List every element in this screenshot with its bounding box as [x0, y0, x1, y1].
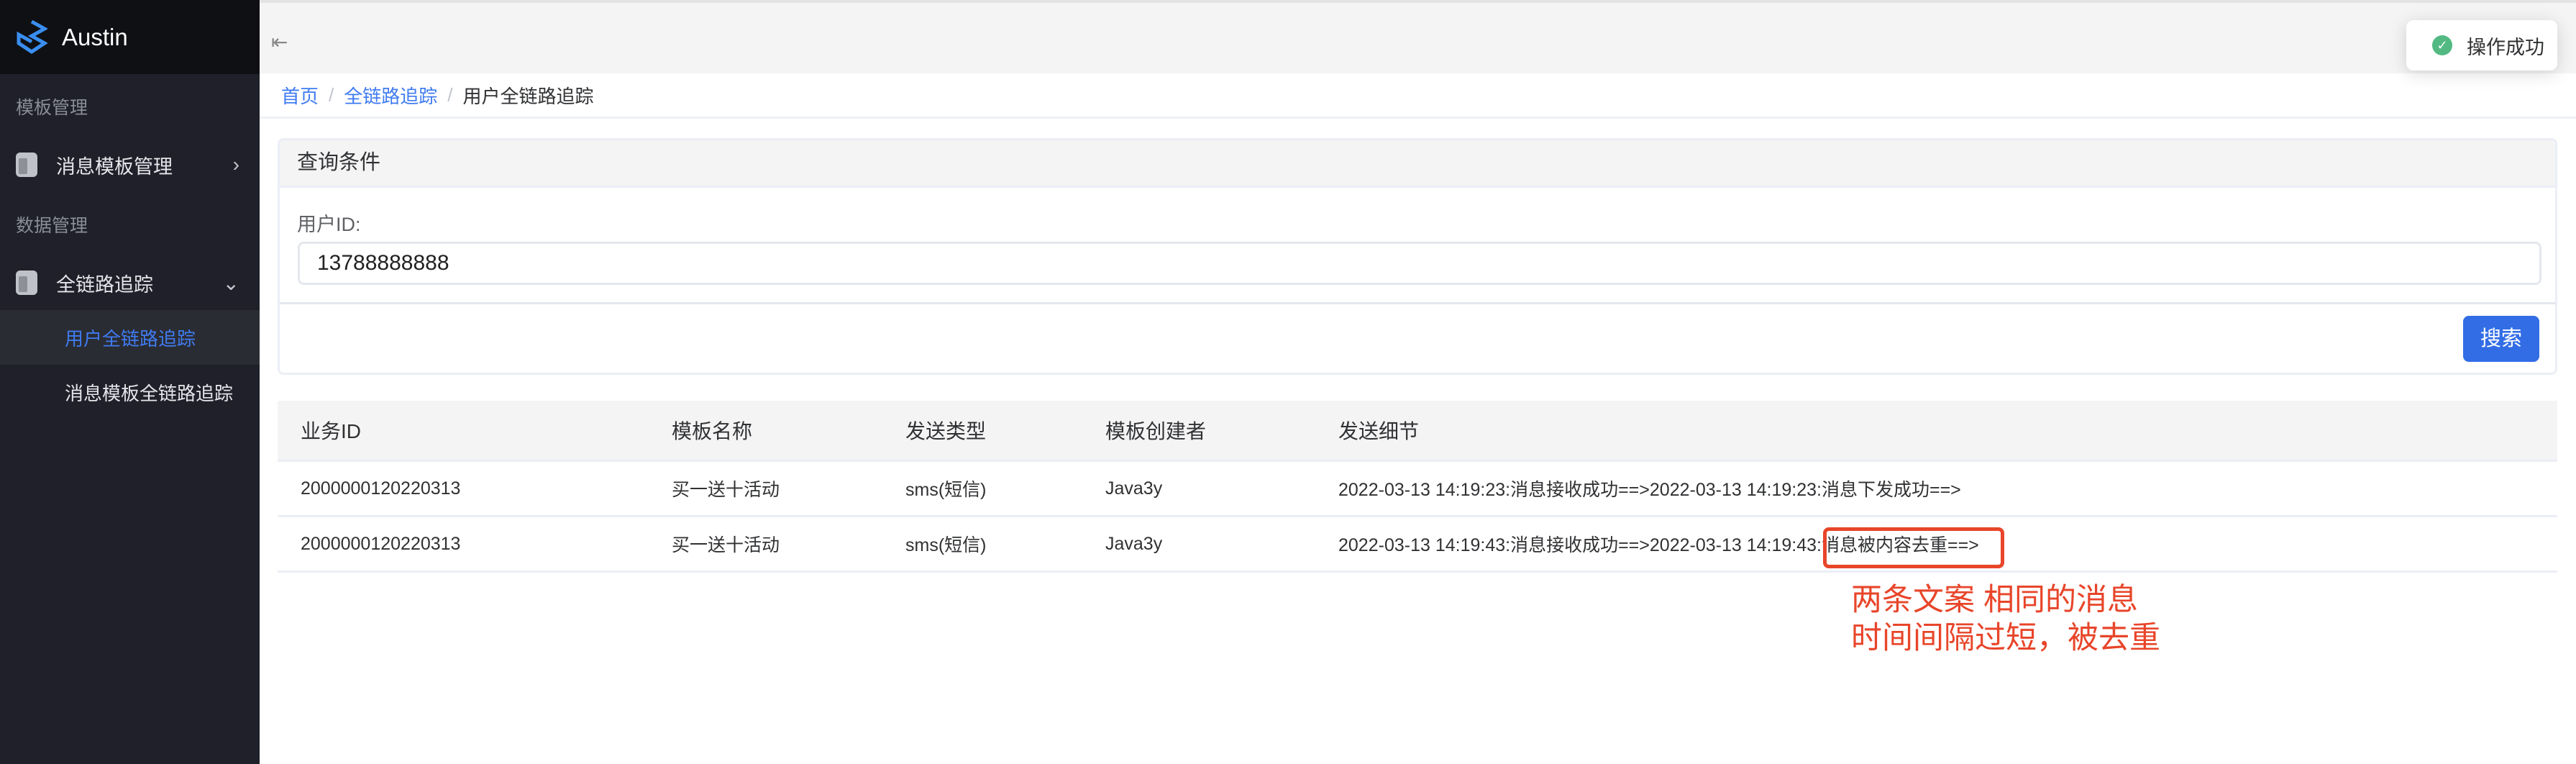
toast-message: 操作成功 [2467, 36, 2544, 58]
chevron-down-icon: ⌄ [222, 271, 239, 294]
cell: sms(短信) [905, 480, 987, 500]
app-title: Austin [62, 23, 128, 50]
cell: 买一送十活动 [672, 535, 780, 555]
col-header: 发送细节 [1338, 420, 1420, 442]
query-card: 查询条件 用户ID: 13788888888 搜索 [278, 138, 2557, 375]
separator: / [447, 83, 453, 106]
breadcrumb: 首页 / 全链路追踪 / 用户全链路追踪 [260, 73, 2576, 119]
breadcrumb-trace[interactable]: 全链路追踪 [344, 82, 437, 109]
table-row: 2000000120220313 买一送十活动 sms(短信) Java3y 2… [278, 462, 2557, 517]
check-circle-icon: ✓ [2432, 35, 2452, 55]
breadcrumb-home[interactable]: 首页 [281, 82, 319, 109]
sidebar: Austin 模板管理 消息模板管理 › 数据管理 全链路追踪 ⌄ 用户全链路追… [0, 0, 260, 764]
table-row: 2000000120220313 买一送十活动 sms(短信) Java3y 2… [278, 517, 2557, 573]
logo[interactable]: Austin [0, 0, 260, 74]
annotation-line: 时间间隔过短，被去重 [1851, 621, 2160, 655]
col-header: 发送类型 [905, 420, 987, 442]
collapse-menu-icon[interactable]: ⇤ [271, 30, 288, 54]
cell: sms(短信) [905, 535, 987, 555]
cell: Java3y [1105, 478, 1163, 499]
divider [280, 302, 2555, 304]
menu-label: 全链路追踪 [56, 273, 153, 296]
breadcrumb-current: 用户全链路追踪 [462, 85, 594, 107]
trace-table: 业务ID 模板名称 发送类型 模板创建者 发送细节 20000001202203… [278, 401, 2557, 573]
menu-label: 消息模板管理 [56, 155, 173, 178]
cell: Java3y [1105, 533, 1163, 554]
menu-user-trace[interactable]: 用户全链路追踪 [0, 310, 260, 365]
query-title: 查询条件 [280, 140, 2555, 188]
menu-template-trace[interactable]: 消息模板全链路追踪 [0, 365, 260, 419]
cell: 买一送十活动 [672, 480, 780, 500]
user-id-label: 用户ID: [297, 214, 361, 235]
cube-icon [16, 153, 37, 177]
annotation-text: 两条文案 相同的消息 时间间隔过短，被去重 [1851, 581, 2160, 658]
cell: 2022-03-13 14:19:23:消息接收成功==>2022-03-13 … [1338, 480, 1961, 500]
separator: / [329, 83, 334, 106]
user-id-input[interactable]: 13788888888 [298, 242, 2541, 285]
search-button[interactable]: 搜索 [2463, 316, 2539, 362]
top-header: ⇤ [260, 0, 2576, 73]
chevron-right-icon: › [232, 153, 239, 176]
table-header: 业务ID 模板名称 发送类型 模板创建者 发送细节 [278, 401, 2557, 462]
col-header: 模板名称 [672, 420, 753, 442]
col-header: 业务ID [301, 420, 362, 442]
menu-group-label: 模板管理 [16, 98, 88, 118]
austin-logo-icon [17, 19, 47, 54]
annotation-line: 两条文案 相同的消息 [1851, 583, 2138, 617]
menu-group-label: 数据管理 [16, 216, 88, 236]
cell: 2000000120220313 [301, 533, 461, 554]
cell: 2000000120220313 [301, 478, 461, 499]
menu-trace[interactable]: 全链路追踪 ⌄ [0, 255, 260, 310]
menu-template-management[interactable]: 消息模板管理 › [0, 137, 260, 192]
annotation-highlight-box [1823, 527, 2004, 568]
cube-icon [16, 270, 37, 295]
success-toast: ✓ 操作成功 [2406, 20, 2557, 71]
col-header: 模板创建者 [1105, 420, 1207, 442]
